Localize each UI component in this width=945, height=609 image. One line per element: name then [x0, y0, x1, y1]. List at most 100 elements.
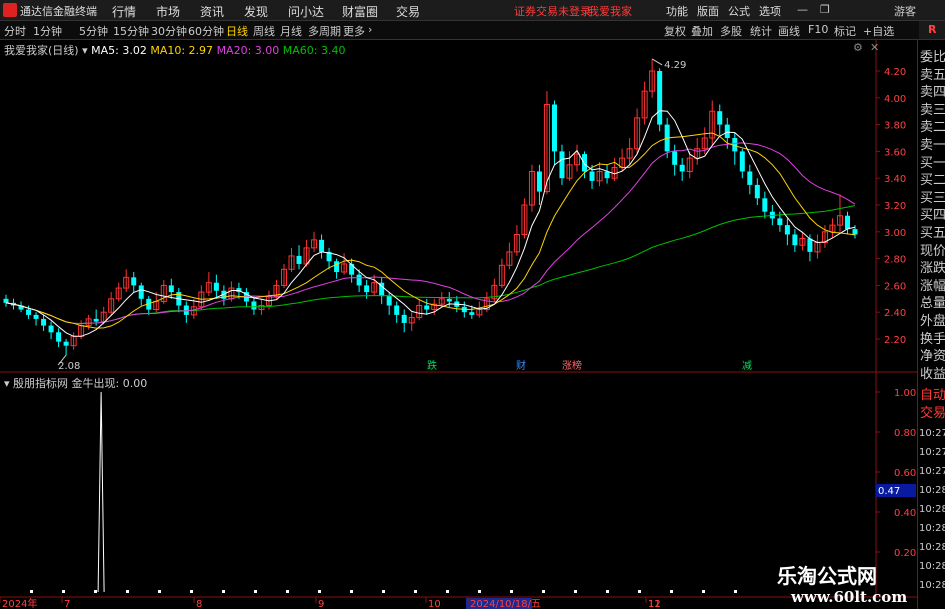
price-tick-label: 2.80: [884, 255, 906, 266]
candle-body: [296, 255, 302, 264]
sidebar-item-19[interactable]: 自动: [920, 384, 945, 403]
sidebar-item-0[interactable]: 委比: [920, 46, 945, 65]
price-tick-label: 2.60: [884, 281, 906, 292]
settings-icon[interactable]: ⚙: [853, 41, 865, 54]
ind-tick-label: 0.60: [894, 468, 916, 479]
indicator-dot: [30, 590, 33, 593]
candle-body: [131, 277, 137, 286]
sidebar-time-8: 10:28: [919, 580, 945, 591]
sidebar-item-20[interactable]: 交易: [920, 402, 945, 421]
price-tick-label: 4.00: [884, 94, 906, 105]
sidebar-item-8[interactable]: 买三: [920, 187, 945, 206]
ind-tick-label: 1.00: [894, 388, 916, 399]
indicator-dot: [254, 590, 257, 593]
indicator-dot: [286, 590, 289, 593]
date-label: 2024/10/18/五: [470, 599, 541, 609]
candle-body: [63, 341, 69, 346]
candle-body: [672, 151, 678, 165]
event-marker: 减: [742, 360, 752, 372]
indicator-dot: [446, 590, 449, 593]
sidebar-item-18[interactable]: 收益: [920, 363, 945, 382]
sidebar-item-11[interactable]: 现价: [920, 240, 945, 259]
kline-chart[interactable]: 4.20 4.00 3.80 3.60 3.40 3.20 3.00 2.80 2.60 2.40…: [0, 0, 917, 609]
candle-body: [747, 171, 753, 185]
stock-name[interactable]: 我爱我家(日线): [4, 44, 79, 57]
sidebar-item-4[interactable]: 卖二: [920, 116, 945, 135]
right-tab-label: R: [928, 23, 937, 36]
sidebar-item-15[interactable]: 外盘: [920, 310, 945, 329]
price-tick-label: 3.20: [884, 201, 906, 212]
indicator-dot: [222, 590, 225, 593]
candle-body: [559, 151, 565, 179]
price-tick-label: 3.80: [884, 121, 906, 132]
indicator-dot: [510, 590, 513, 593]
sidebar-time-5: 10:28: [919, 523, 945, 534]
candle-body: [138, 285, 144, 299]
indicator-dot: [542, 590, 545, 593]
sidebar-item-13[interactable]: 涨幅: [920, 275, 945, 294]
candle-body: [469, 312, 475, 315]
candle-body: [3, 298, 9, 303]
date-label: 2024年: [2, 597, 37, 609]
indicator-dot: [190, 590, 193, 593]
indicator-dot: [126, 590, 129, 593]
right-tab[interactable]: R: [919, 21, 945, 39]
indicator-dot: [318, 590, 321, 593]
min-price-label: 2.08: [58, 361, 80, 372]
price-tick-label: 2.40: [884, 308, 906, 319]
indicator-dot: [606, 590, 609, 593]
sidebar-item-1[interactable]: 卖五: [920, 64, 945, 83]
sidebar-item-9[interactable]: 买四: [920, 204, 945, 223]
ma60-label: MA60: 3.40: [282, 44, 346, 57]
indicator-header: ▾ 殷朋指标网 金牛出现: 0.00: [4, 375, 147, 391]
date-label: 8: [196, 599, 202, 609]
ind-tick-label: 0.40: [894, 508, 916, 519]
sidebar-item-2[interactable]: 卖四: [920, 81, 945, 100]
indicator-dot: [574, 590, 577, 593]
candle-body: [852, 229, 858, 235]
sidebar-item-10[interactable]: 买五: [920, 222, 945, 241]
candle-body: [334, 261, 340, 272]
ma20-label: MA20: 3.00: [216, 44, 280, 57]
ma10-line: [5, 132, 856, 329]
dropdown-icon[interactable]: ▾: [4, 377, 10, 390]
sidebar-item-14[interactable]: 总量: [920, 292, 945, 311]
indicator-dot: [382, 590, 385, 593]
sidebar-item-12[interactable]: 涨跌: [920, 257, 945, 276]
sidebar-item-5[interactable]: 卖一: [920, 134, 945, 153]
ma10-label: MA10: 2.97: [150, 44, 214, 57]
indicator-line: 金牛出现: 0.00: [71, 377, 148, 390]
sidebar-item-17[interactable]: 净资: [920, 345, 945, 364]
candle-body: [604, 171, 610, 179]
sidebar-item-3[interactable]: 卖三: [920, 99, 945, 118]
ind-current-value: 0.47: [878, 486, 900, 497]
sidebar-item-6[interactable]: 买一: [920, 152, 945, 171]
indicator-dot: [350, 590, 353, 593]
candle-body: [739, 151, 745, 172]
watermark-logo: 乐淘公式网 www.60lt.com: [773, 556, 919, 609]
quote-sidebar: 委比 卖五 卖四 卖三 卖二 卖一 买一 买二 买三 买四 买五 现价 涨跌 涨幅 总量 外盘 换手 净资 收益自动…: [917, 40, 945, 609]
sidebar-time-3: 10:28: [919, 485, 945, 496]
indicator-dot: [94, 590, 97, 593]
candle-body: [784, 225, 790, 235]
dropdown-icon[interactable]: ▾: [82, 44, 88, 57]
candle-body: [657, 71, 663, 125]
sidebar-time-1: 10:27: [919, 447, 945, 458]
candle-body: [679, 164, 685, 172]
candle-body: [777, 218, 783, 226]
indicator-name[interactable]: 殷朋指标网: [13, 377, 68, 390]
candle-body: [424, 305, 430, 310]
sidebar-item-16[interactable]: 换手: [920, 328, 945, 347]
candle-body: [582, 154, 588, 172]
watermark-url: www.60lt.com: [791, 588, 908, 606]
indicator-dot: [734, 590, 737, 593]
close-icon[interactable]: ✕: [870, 41, 882, 54]
indicator-dot: [62, 590, 65, 593]
sidebar-item-7[interactable]: 买二: [920, 169, 945, 188]
max-price-label: 4.29: [664, 60, 686, 71]
indicator-dot: [478, 590, 481, 593]
candle-body: [349, 263, 355, 275]
candle-body: [401, 314, 407, 323]
candle-body: [724, 124, 730, 138]
candle-body: [213, 282, 219, 291]
